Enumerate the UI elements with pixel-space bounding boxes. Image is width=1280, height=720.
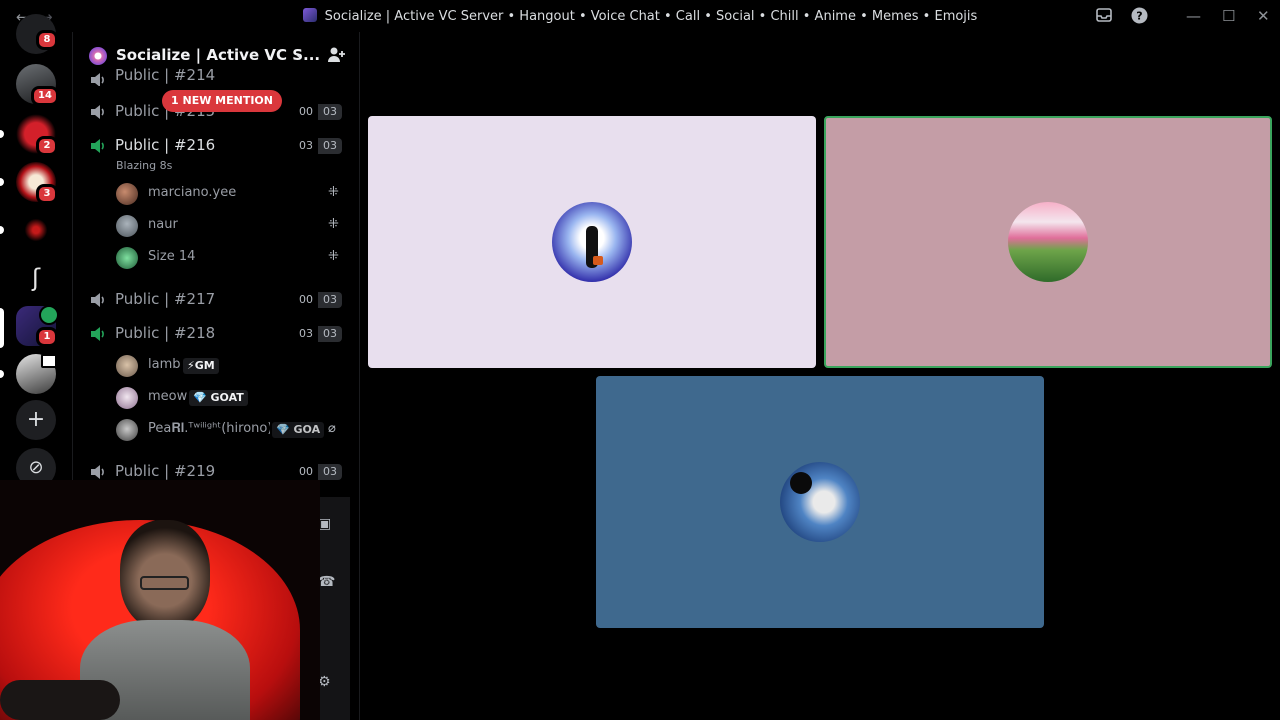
server-2-badge: 2 xyxy=(36,136,58,156)
user-count: 00 03 xyxy=(294,464,342,480)
speaker-icon xyxy=(91,105,104,119)
voice-channel[interactable]: Public | #217 00 03 xyxy=(88,286,344,314)
svg-text:?: ? xyxy=(1136,10,1142,23)
avatar xyxy=(116,183,138,205)
voice-channel[interactable]: Public | #216 03 03 xyxy=(88,132,344,160)
server-icon-5[interactable]: ʃ xyxy=(16,258,56,298)
voice-user[interactable]: lamb ⚡GM xyxy=(116,353,356,379)
speaker-active-icon xyxy=(91,327,104,341)
server-socialize-badge: 1 xyxy=(36,327,58,347)
activity-icon: ⁜ xyxy=(328,185,339,200)
help-icon[interactable]: ? xyxy=(1131,7,1148,28)
user-name: Size 14 xyxy=(148,249,196,264)
speaker-icon xyxy=(91,73,104,86)
voice-user[interactable]: Size 14 ⁜ xyxy=(116,245,356,271)
server-1-badge: 14 xyxy=(31,86,59,106)
channel-name: Public | #218 xyxy=(115,324,216,342)
participant-avatar xyxy=(552,202,632,282)
voice-user[interactable]: marciano.yee ⁜ xyxy=(116,181,356,207)
voice-tile-speaking[interactable] xyxy=(824,116,1272,368)
user-count: 03 03 xyxy=(294,138,342,154)
user-name: naur xyxy=(148,217,178,232)
invite-people-icon[interactable] xyxy=(327,46,345,68)
user-name: lamb xyxy=(148,357,181,372)
user-name: meow xyxy=(148,389,188,404)
server-3-badge: 3 xyxy=(36,184,58,204)
user-count: 00 03 xyxy=(294,104,342,120)
voice-user[interactable]: meow 💎 GOAT xyxy=(116,385,356,411)
voice-channel[interactable]: Public | #218 03 03 xyxy=(88,320,344,348)
voice-user[interactable]: Pea𝐑𝐥.ᵀʷⁱˡⁱᵍʰᵗ(hirono) 💎 GOA ⌀ xyxy=(116,417,356,443)
user-name: Pea𝐑𝐥.ᵀʷⁱˡⁱᵍʰᵗ(hirono) xyxy=(148,421,270,436)
disconnect-icon[interactable]: ☎ xyxy=(318,574,335,590)
add-server-button[interactable]: + xyxy=(16,400,56,440)
participant-avatar xyxy=(1008,202,1088,282)
close-icon[interactable]: ✕ xyxy=(1257,7,1270,25)
channel-name: Public | #217 xyxy=(115,290,216,308)
avatar xyxy=(116,419,138,441)
channel-name: Public | #216 xyxy=(115,136,216,154)
user-tag: 💎 GOA xyxy=(272,422,324,438)
speaker-icon xyxy=(91,293,104,307)
avatar xyxy=(116,387,138,409)
inbox-icon[interactable] xyxy=(1096,7,1112,27)
muted-mic-icon: ⌀ xyxy=(328,421,336,436)
voice-tile[interactable] xyxy=(368,116,816,368)
server-mini-icon xyxy=(302,8,317,22)
webcam-overlay xyxy=(0,480,320,720)
voice-connected-icon xyxy=(39,305,59,325)
dm-badge: 8 xyxy=(36,30,58,50)
window-title: Socialize | Active VC Server • Hangout •… xyxy=(0,8,1280,24)
avatar xyxy=(116,247,138,269)
voice-tile[interactable] xyxy=(596,376,1044,628)
channel-name: Public | #219 xyxy=(115,462,216,480)
unread-pill xyxy=(0,226,4,234)
avatar xyxy=(116,355,138,377)
server-badge-icon xyxy=(89,47,107,65)
avatar xyxy=(116,215,138,237)
speaker-icon xyxy=(91,465,104,479)
server-name: Socialize | Active VC S... xyxy=(116,46,321,64)
new-mention-pill[interactable]: 1 NEW MENTION xyxy=(162,90,282,112)
participant-avatar xyxy=(780,462,860,542)
user-tag: ⚡GM xyxy=(183,358,219,374)
user-name: marciano.yee xyxy=(148,185,237,200)
user-count: 03 03 xyxy=(294,326,342,342)
channel-status: Blazing 8s xyxy=(116,159,173,172)
channel-name: Public | #214 xyxy=(115,66,216,84)
user-tag: 💎 GOAT xyxy=(189,390,248,406)
voice-user[interactable]: naur ⁜ xyxy=(116,213,356,239)
active-server-pill xyxy=(0,308,4,348)
unread-pill xyxy=(0,130,4,138)
title-bar: ← → Socialize | Active VC Server • Hango… xyxy=(0,0,1280,32)
server-icon-4[interactable] xyxy=(16,210,56,250)
unread-pill xyxy=(0,178,4,186)
unread-pill xyxy=(0,370,4,378)
minimize-icon[interactable]: — xyxy=(1186,7,1201,25)
screen-share-icon xyxy=(41,354,57,368)
activity-icon: ⁜ xyxy=(328,217,339,232)
user-count: 00 03 xyxy=(294,292,342,308)
speaker-active-icon xyxy=(91,139,104,153)
chevron-down-icon[interactable]: ⌄ xyxy=(293,46,304,61)
voice-channel[interactable]: Public | #214 xyxy=(88,66,344,86)
maximize-icon[interactable]: ☐ xyxy=(1222,7,1235,25)
activity-icon: ⁜ xyxy=(328,249,339,264)
